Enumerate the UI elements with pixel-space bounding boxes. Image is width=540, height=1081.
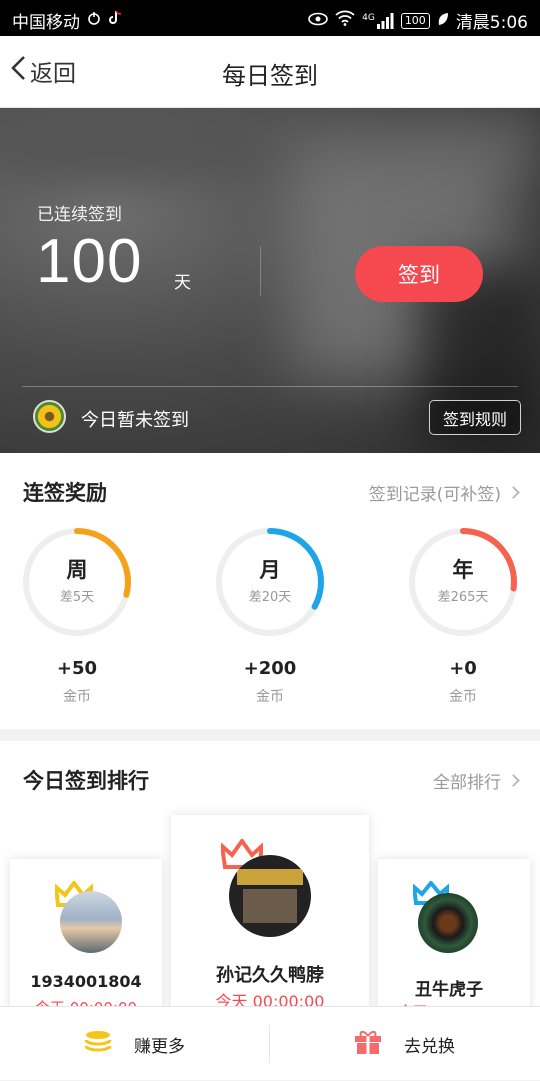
all-ranking-label: 全部排行: [433, 773, 501, 793]
rank-name: 孙记久久鸭脖: [216, 965, 324, 986]
earn-more-label: 赚更多: [134, 1036, 185, 1057]
reward-remaining: 差5天: [59, 590, 95, 605]
all-ranking-link[interactable]: 全部排行: [433, 768, 520, 793]
rank-avatar: [60, 891, 122, 953]
carrier-label: 中国移动: [12, 13, 80, 33]
reward-ring-month: 月 差20天: [214, 526, 326, 638]
section-title: 今日签到排行: [23, 769, 149, 793]
reward-unit: 金币: [63, 689, 91, 705]
user-avatar: [33, 400, 66, 433]
signal-icon: 4G: [362, 12, 394, 29]
section-title: 连签奖励: [23, 481, 107, 505]
shop-front: [243, 889, 297, 923]
exchange-label: 去兑换: [404, 1036, 455, 1057]
reward-remaining: 差20天: [248, 590, 292, 605]
page-title: 每日签到: [222, 62, 318, 90]
wifi-icon: [335, 10, 355, 31]
network-type-label: 4G: [362, 12, 375, 23]
reward-period: 月: [259, 558, 281, 582]
today-status-text: 今日暂未签到: [81, 410, 189, 431]
divider: [22, 386, 518, 387]
reward-ring-week: 周 差5天: [21, 526, 133, 638]
rank-card-first[interactable]: 孙记久久鸭脖 今天 00:00:00: [171, 815, 369, 1011]
battery-icon: 100: [400, 12, 430, 29]
nav-bar: 返回 每日签到: [0, 36, 540, 108]
earn-more-tab[interactable]: 赚更多: [84, 1007, 185, 1081]
sign-record-link[interactable]: 签到记录(可补签): [368, 480, 520, 505]
clock-time: 清晨5:06: [455, 13, 528, 33]
rank-name: 1934001804: [30, 972, 142, 991]
daily-ranking-section: 今日签到排行 全部排行 1934001804 今天 00:00:00 丑牛虎子 …: [0, 741, 540, 1011]
shop-sign: [237, 869, 303, 885]
divider: [260, 246, 261, 296]
tiktok-icon: [108, 10, 122, 31]
reward-period: 周: [66, 558, 88, 582]
rank-name: 丑牛虎子: [415, 980, 483, 1000]
chevron-right-icon: [507, 774, 520, 787]
sign-in-button[interactable]: 签到: [355, 246, 483, 302]
sign-record-label: 签到记录(可补签): [368, 485, 501, 505]
reward-ring-year: 年 差265天: [407, 526, 519, 638]
rank-avatar: [229, 855, 311, 937]
exchange-tab[interactable]: 去兑换: [354, 1007, 455, 1081]
streak-banner: 已连续签到 100 天 签到 今日暂未签到 签到规则: [0, 108, 540, 453]
leaf-icon: [437, 11, 449, 31]
coins-icon: [84, 1030, 112, 1059]
reward-unit: 金币: [449, 689, 477, 705]
rank-card-third[interactable]: 丑牛虎子 今天 00:00:00: [378, 859, 530, 1011]
reward-amount: +50: [56, 658, 98, 679]
streak-count: 100: [36, 227, 143, 296]
sync-icon: [86, 10, 102, 31]
rank-card-second[interactable]: 1934001804 今天 00:00:00: [10, 859, 162, 1011]
reward-period: 年: [452, 558, 474, 582]
streak-rewards-section: 连签奖励 签到记录(可补签) 周 差5天 +50 金币 月 差20天 +200 …: [0, 453, 540, 729]
status-bar: 中国移动 4G 100 清晨5:06: [0, 0, 540, 36]
gift-icon: [354, 1029, 382, 1060]
streak-unit: 天: [174, 273, 191, 293]
bottom-tab-bar: 赚更多 去兑换: [0, 1006, 540, 1080]
divider: [269, 1025, 270, 1063]
reward-unit: 金币: [256, 689, 284, 705]
streak-label: 已连续签到: [37, 205, 122, 225]
eye-icon: [308, 11, 328, 31]
reward-remaining: 差265天: [437, 590, 489, 605]
sign-rules-button[interactable]: 签到规则: [429, 400, 521, 435]
reward-amount: +0: [449, 658, 477, 679]
reward-amount: +200: [243, 658, 297, 679]
chevron-right-icon: [507, 486, 520, 499]
rank-avatar: [418, 893, 478, 953]
